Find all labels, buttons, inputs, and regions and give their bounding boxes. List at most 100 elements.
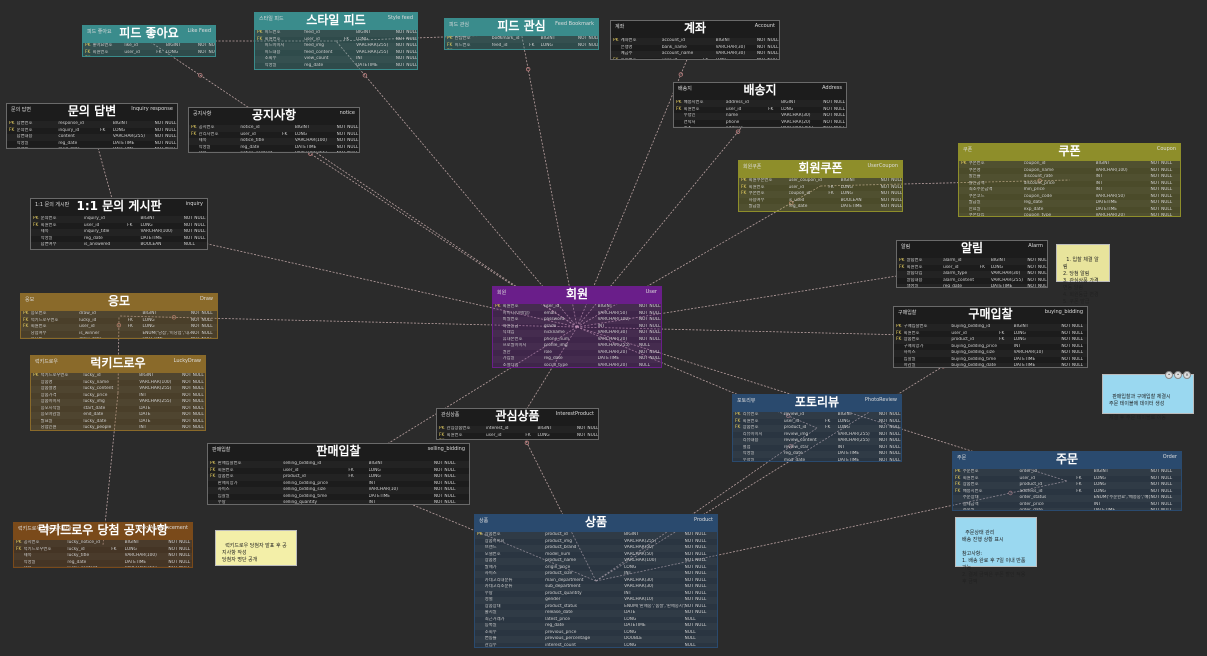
color-icon[interactable]: • [1174,371,1182,379]
column-row[interactable]: 내용lucky_content VARCHAR(255)NOT NULL [14,566,192,567]
reference [999,363,1014,367]
entity-header[interactable]: 스타일 피드 스타일 피드 Style feed [255,13,417,30]
entity-header[interactable]: 계좌 계좌 Account [611,21,779,38]
data-type: DATETIME [1093,508,1116,511]
relationship-line[interactable] [335,40,578,328]
relationship-line[interactable] [521,33,578,328]
entity-header[interactable]: 회원 회원 User [493,287,661,304]
column-row[interactable]: FK회원번호user_idFKLONGNOT NULL [611,58,779,60]
entity-title: 1:1 문의 게시판 [76,199,162,213]
entity-header[interactable]: 관심상품 관심상품 InterestProduct [437,409,598,426]
column-row[interactable]: 내용inquiry_content VARCHAR(255)NOT NULL [31,249,207,250]
entity-coupon[interactable]: 쿠폰 쿠폰 Coupon PK 쿠폰번호 coupon_id BIGINT NOT NULL 쿠… [958,143,1181,217]
entity-header[interactable]: 배송지 배송지 Address [674,83,846,100]
entity-header[interactable]: 주문 주문 Order [953,452,1181,469]
column-row[interactable]: 당첨인원 lucky_people INT NOT NULL [31,425,205,430]
entity-feed-interest[interactable]: 피드 관심 피드 관심 Feed Bookmark PK 관심번호 bookmark_id… [444,18,599,50]
memo-text: 주문상태 관리 배송 진행 상황 표시 참고사항: 1. 배송 완료 후 7일 … [962,530,1026,585]
column-row[interactable]: 만료일exp_date DATETIMENOT NULL [739,211,902,212]
data-type: LONG [537,439,576,440]
entity-account[interactable]: 계좌 계좌 Account PK 계좌번호 account_id BIGINT NOT NUL… [610,20,780,60]
entity-entry[interactable]: 응모 응모 Draw PK 응모번호 draw_id BIGINT NOT NULL FK 럭키드… [20,293,218,339]
entity-alarm[interactable]: 알림 알림 Alarm PK 알림번호 alarm_id BIGINT NOT NULL FK 회… [896,240,1048,288]
physical-name: mod_date [58,147,100,148]
entity-header[interactable]: 럭키드로우 럭키드로우 LuckyDraw [31,356,205,373]
column-row[interactable]: 수정일mod_dateDATETIMENOT NULL [7,147,177,148]
entity-header[interactable]: 피드 좋아요 피드 좋아요 Like Feed [83,26,215,43]
column-row[interactable]: 주소address VARCHAR(255)NOT NULL [674,126,846,127]
entity-title: 쿠폰 [1058,144,1081,158]
pin-icon[interactable]: • [1165,371,1173,379]
entity-code: Alarm [1028,243,1043,249]
column-row[interactable]: 소셜타입 social_type VARCHAR(20) NULL [493,362,661,368]
entity-header[interactable]: 상품 상품 Product [475,515,717,532]
memo-alarm[interactable]: 1. 입찰 체결 알림 2. 당첨 알림 3. 관심상품 가격변동 알림 4. … [1056,244,1110,305]
entity-header[interactable]: 공지사항 공지사항 notice [189,108,359,125]
entity-header[interactable]: 포토리뷰 포토리뷰 PhotoReview [733,395,901,412]
entity-header[interactable]: 문의 답변 문의 답변 Inquiry response [7,104,177,121]
column-row[interactable]: 생성일 reg_date DATETIME NOT NULL [897,284,1047,288]
entity-interest-product[interactable]: 관심상품 관심상품 InterestProduct PK 관심상품번호 interest_… [436,408,599,440]
entity-address[interactable]: 배송지 배송지 Address PK 배송지번호 address_id BIGINT NOT … [673,82,847,128]
entity-columns: PK 관심상품번호 interest_id BIGINT NOT NULL FK 회원번호 u… [437,426,598,440]
entity-header[interactable]: 알림 알림 Alarm [897,241,1047,258]
entity-style-feed[interactable]: 스타일 피드 스타일 피드 Style feed PK 피드번호 feed_id BIGIN… [254,12,418,70]
entity-title: 응모 [107,294,131,308]
entity-header[interactable]: 피드 관심 피드 관심 Feed Bookmark [445,19,598,36]
entity-header[interactable]: 쿠폰 쿠폰 Coupon [959,144,1180,161]
nullability: NOT NULL [181,425,204,430]
column-row[interactable]: 주문일 order_date DATETIME NOT NULL [953,508,1181,511]
entity-code: buying_bidding [1044,309,1083,315]
entity-order[interactable]: 주문 주문 Order PK 주문번호 order_id BIGINT NOT NULL FK 회… [952,451,1182,511]
nullability: NULL [638,362,650,368]
entity-header[interactable]: 응모 응모 Draw [21,294,217,311]
entity-user-coupon[interactable]: 회원쿠폰 회원쿠폰 UserCoupon PK 회원쿠폰번호 user_coupon_id… [738,160,903,212]
column-row[interactable]: FK피드번호feed_idFKLONGNOT NULL [83,56,215,57]
nullability: NOT NULL [1061,363,1084,368]
column-row[interactable]: 수정일mod_dateDATETIMENOT NULL [733,458,901,462]
entity-product[interactable]: 상품 상품 Product PK 상품번호 product_id BIGINT NOT NUL… [474,514,718,648]
key-flag [33,425,41,430]
entity-columns: PK 주문번호 order_id BIGINT NOT NULL FK 회원번호 user_i… [953,469,1181,511]
entity-columns: PK 응모번호 draw_id BIGINT NOT NULL FK 럭키드로우번호 luck… [21,311,217,338]
logical-name: 만료일 [749,211,789,212]
entity-title: 배송지 [743,83,777,97]
reference [1076,508,1093,510]
entity-header[interactable]: 판매입찰 판매입찰 selling_bidding [208,444,469,461]
close-icon[interactable]: × [1183,371,1191,379]
column-row[interactable]: 수량 selling_quantity INT NOT NULL [208,500,469,504]
relationship-line[interactable] [148,40,578,328]
column-row[interactable]: 마감일 buying_bidding_date DATETIME NOT NULL [894,363,1087,368]
column-row[interactable]: 쿠폰타입 coupon_type VARCHAR(20) NOT NULL [959,213,1180,216]
entity-inquiry-board[interactable]: 1:1 문의 게시판 1:1 문의 게시판 inquiry PK 문의번호 inquiry… [30,198,208,250]
entity-notice[interactable]: 공지사항 공지사항 notice PK 공지번호 notice_id BIGINT NOT N… [188,107,360,153]
reference [126,425,139,430]
memo-lucky-draw[interactable]: 럭키드로우 당첨자 발표 후 공지사항 작성 당첨자 명단 공개 [215,530,297,566]
entity-code: selling_bidding [427,446,465,452]
entity-header[interactable]: 회원쿠폰 회원쿠폰 UserCoupon [739,161,902,178]
reference: FK [525,439,537,440]
entity-purchase-bid[interactable]: 구매입찰 구매입찰 buying_bidding PK 구매입찰번호 buying_bid… [893,306,1088,368]
entity-inquiry-answer[interactable]: 문의 답변 문의 답변 Inquiry response PK 답변번호 response… [6,103,178,149]
column-row[interactable]: FK상품번호product_idFKLONGNOT NULL [437,439,598,440]
column-row[interactable]: 응모일draw_date DATETIMENOT NULL [21,337,217,338]
entity-header[interactable]: 럭키드로우 당첨 공지사항 럭키드로우 당첨 공지사항 LuckyAnnouncem… [14,523,192,540]
column-row[interactable]: 관심수 interest_count LONG NULL [475,643,717,648]
nullability: NOT NULL [881,211,902,212]
key-flag [899,284,907,287]
entity-photo-review[interactable]: 포토리뷰 포토리뷰 PhotoReview PK 리뷰번호 review_id BIGINT… [732,394,902,462]
entity-feed-like[interactable]: 피드 좋아요 피드 좋아요 Like Feed PK 좋아요번호 like_id BIGIN… [82,25,216,57]
column-row[interactable]: FK회원번호user_idFKLONGNOT NULL [445,49,598,50]
column-row[interactable]: 수정일mod_dateDATETIMENOT NULL [255,69,417,70]
memo-order[interactable]: 주문상태 관리 배송 진행 상황 표시 참고사항: 1. 배송 완료 후 7일 … [955,517,1037,585]
data-type: DATETIME [990,284,1013,288]
entity-header[interactable]: 구매입찰 구매입찰 buying_bidding [894,307,1087,324]
entity-sale-bid[interactable]: 판매입찰 판매입찰 selling_bidding PK 판매입찰번호 selling_b… [207,443,470,505]
entity-header[interactable]: 1:1 문의 게시판 1:1 문의 게시판 inquiry [31,199,207,216]
entity-member[interactable]: 회원 회원 User PK 회원번호 user_id BIGINT NOT NULL 아이디(이… [492,286,662,368]
column-row[interactable]: 내용notice_content VARCHAR(255)NOT NULL [189,151,359,152]
entity-lucky-draw[interactable]: 럭키드로우 럭키드로우 LuckyDraw PK 럭키드로우번호 lucky_id BIGI… [30,355,206,431]
memo-bid-order[interactable]: • • × 판매입찰과 구매입찰 체결시 주문 테이블에 데이터 생성 체결 후… [1102,371,1194,421]
key-flag [477,643,485,648]
entity-lucky-notice[interactable]: 럭키드로우 당첨 공지사항 럭키드로우 당첨 공지사항 LuckyAnnouncem… [13,522,193,568]
